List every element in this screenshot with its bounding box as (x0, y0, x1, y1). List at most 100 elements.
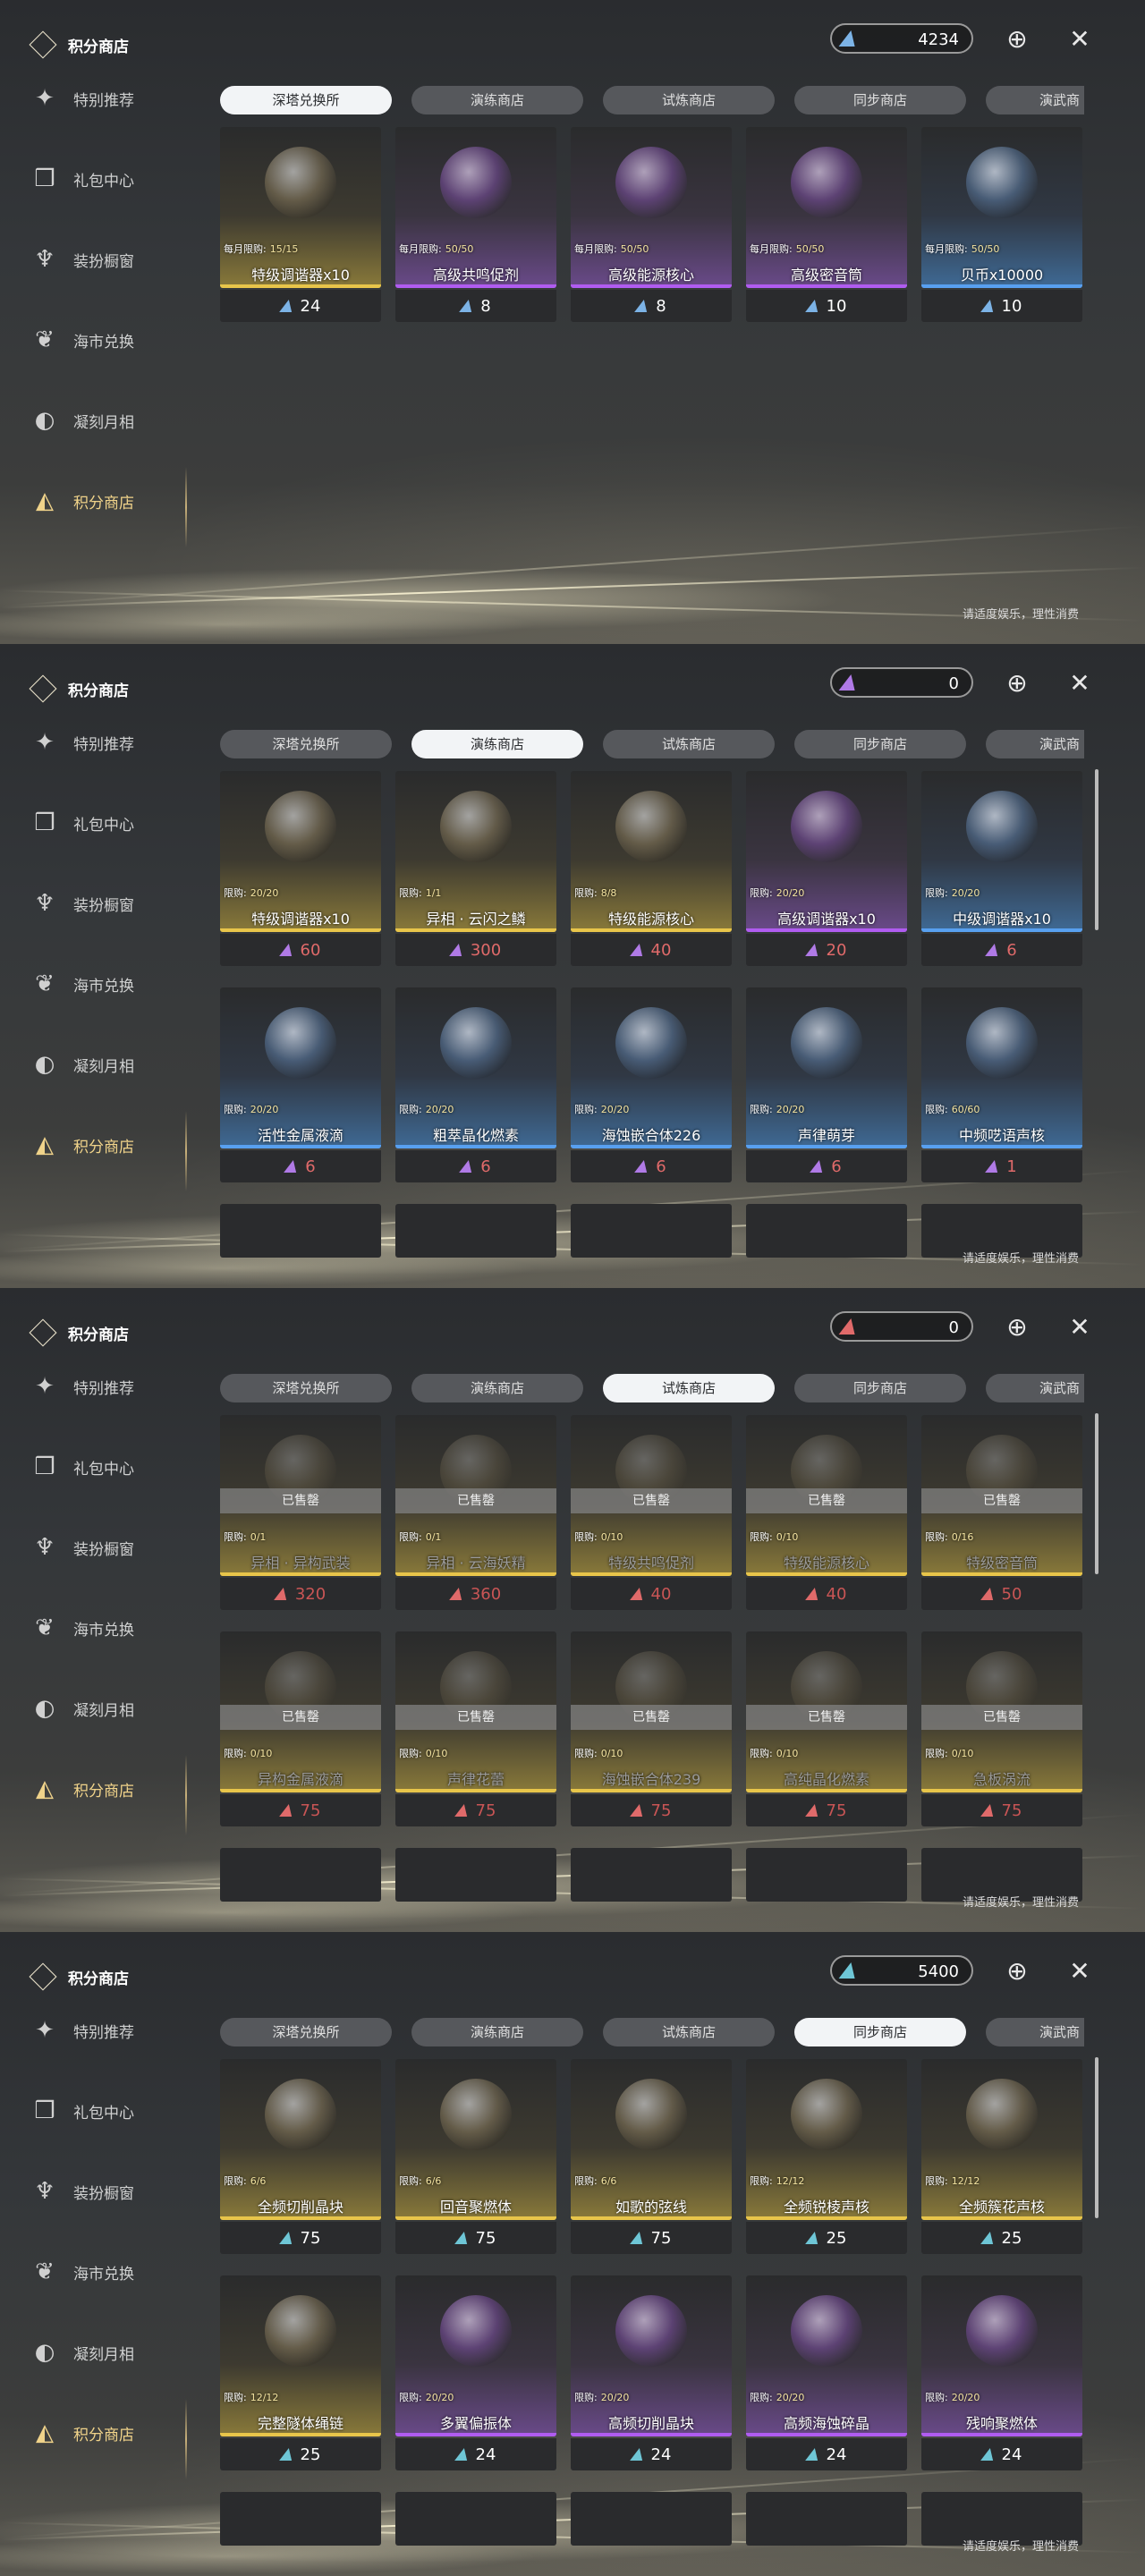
shop-item-card-partial[interactable] (220, 2492, 381, 2546)
shop-item-card[interactable]: 限购: 20/20 多翼偏振体 24 (395, 2275, 556, 2470)
tab-4[interactable]: 演武商 (986, 730, 1084, 758)
shop-item-card[interactable]: 限购: 12/12 全频锐棱声核 25 (746, 2059, 907, 2254)
sidebar-item-4[interactable]: ◐ 凝刻月相 (27, 1046, 134, 1082)
sidebar-item-3[interactable]: ❦ 海市兑换 (27, 966, 134, 1002)
shop-item-card-partial[interactable] (395, 1848, 556, 1902)
shop-item-card[interactable]: 限购: 20/20 活性金属液滴 6 (220, 987, 381, 1182)
shop-item-card[interactable]: 限购: 20/20 粗萃晶化燃素 6 (395, 987, 556, 1182)
shop-item-card-partial[interactable] (220, 1204, 381, 1258)
sidebar-item-5[interactable]: ◭ 积分商店 (27, 483, 134, 519)
tab-0[interactable]: 深塔兑换所 (220, 86, 392, 114)
target-icon[interactable]: ⊕ (1002, 1955, 1032, 1986)
shop-item-card-partial[interactable] (395, 1204, 556, 1258)
shop-item-card[interactable]: 每月限购: 15/15 特级调谐器x10 24 (220, 127, 381, 322)
sidebar-item-1[interactable]: ❒ 礼包中心 (27, 1449, 134, 1485)
close-icon[interactable]: ✕ (1064, 23, 1095, 54)
sidebar-item-4[interactable]: ◐ 凝刻月相 (27, 1690, 134, 1726)
tab-1[interactable]: 演练商店 (411, 730, 583, 758)
scrollbar[interactable] (1095, 769, 1098, 930)
tab-0[interactable]: 深塔兑换所 (220, 1374, 392, 1402)
sidebar-item-1[interactable]: ❒ 礼包中心 (27, 2093, 134, 2129)
sidebar-item-3[interactable]: ❦ 海市兑换 (27, 2254, 134, 2290)
shop-item-card-partial[interactable] (746, 1204, 907, 1258)
sidebar-item-0[interactable]: ✦ 特别推荐 (27, 724, 134, 760)
shop-item-card[interactable]: 限购: 0/1 已售罄 异相 · 云海妖精 360 (395, 1415, 556, 1610)
tab-1[interactable]: 演练商店 (411, 2018, 583, 2046)
shop-item-card[interactable]: 限购: 0/1 已售罄 异相 · 异构武装 320 (220, 1415, 381, 1610)
shop-item-card[interactable]: 限购: 8/8 特级能源核心 40 (571, 771, 732, 966)
tab-3[interactable]: 同步商店 (794, 1374, 966, 1402)
shop-item-card-partial[interactable] (571, 1848, 732, 1902)
sidebar-item-3[interactable]: ❦ 海市兑换 (27, 322, 134, 358)
shop-item-card-partial[interactable] (220, 1848, 381, 1902)
shop-item-card[interactable]: 限购: 20/20 海蚀嵌合体226 6 (571, 987, 732, 1182)
sidebar-item-0[interactable]: ✦ 特别推荐 (27, 80, 134, 116)
shop-item-card[interactable]: 限购: 60/60 中频呓语声核 1 (921, 987, 1082, 1182)
sidebar-item-0[interactable]: ✦ 特别推荐 (27, 1368, 134, 1404)
scrollbar[interactable] (1095, 2057, 1098, 2218)
shop-item-card[interactable]: 每月限购: 50/50 高级密音筒 10 (746, 127, 907, 322)
tab-2[interactable]: 试炼商店 (603, 1374, 775, 1402)
shop-item-card[interactable]: 限购: 0/16 已售罄 特级密音筒 50 (921, 1415, 1082, 1610)
shop-item-card[interactable]: 限购: 0/10 已售罄 声律花蕾 75 (395, 1631, 556, 1826)
sidebar-item-5[interactable]: ◭ 积分商店 (27, 1127, 134, 1163)
shop-item-card[interactable]: 每月限购: 50/50 高级能源核心 8 (571, 127, 732, 322)
shop-item-card[interactable]: 限购: 20/20 高频切削晶块 24 (571, 2275, 732, 2470)
tab-4[interactable]: 演武商 (986, 1374, 1084, 1402)
sidebar-item-3[interactable]: ❦ 海市兑换 (27, 1610, 134, 1646)
shop-item-card[interactable]: 限购: 6/6 全频切削晶块 75 (220, 2059, 381, 2254)
tab-4[interactable]: 演武商 (986, 86, 1084, 114)
shop-item-card[interactable]: 每月限购: 50/50 高级共鸣促剂 8 (395, 127, 556, 322)
sidebar-item-5[interactable]: ◭ 积分商店 (27, 1771, 134, 1807)
tab-1[interactable]: 演练商店 (411, 86, 583, 114)
sidebar-item-0[interactable]: ✦ 特别推荐 (27, 2012, 134, 2048)
shop-item-card[interactable]: 限购: 20/20 高频海蚀碎晶 24 (746, 2275, 907, 2470)
shop-item-card-partial[interactable] (571, 2492, 732, 2546)
shop-item-card-partial[interactable] (395, 2492, 556, 2546)
close-icon[interactable]: ✕ (1064, 1311, 1095, 1342)
tab-3[interactable]: 同步商店 (794, 2018, 966, 2046)
shop-item-card[interactable]: 限购: 0/10 已售罄 异构金属液滴 75 (220, 1631, 381, 1826)
shop-item-card[interactable]: 限购: 0/10 已售罄 海蚀嵌合体239 75 (571, 1631, 732, 1826)
shop-item-card-partial[interactable] (746, 1848, 907, 1902)
close-icon[interactable]: ✕ (1064, 667, 1095, 698)
sidebar-item-2[interactable]: ♆ 装扮橱窗 (27, 1530, 134, 1565)
sidebar-item-4[interactable]: ◐ 凝刻月相 (27, 2334, 134, 2370)
shop-item-card[interactable]: 限购: 1/1 异相 · 云闪之鳞 300 (395, 771, 556, 966)
shop-item-card[interactable]: 限购: 20/20 残响聚燃体 24 (921, 2275, 1082, 2470)
shop-item-card[interactable]: 限购: 12/12 全频簇花声核 25 (921, 2059, 1082, 2254)
shop-item-card[interactable]: 限购: 6/6 如歌的弦线 75 (571, 2059, 732, 2254)
tab-0[interactable]: 深塔兑换所 (220, 2018, 392, 2046)
tab-3[interactable]: 同步商店 (794, 730, 966, 758)
tab-2[interactable]: 试炼商店 (603, 730, 775, 758)
shop-item-card[interactable]: 限购: 0/10 已售罄 特级能源核心 40 (746, 1415, 907, 1610)
sidebar-item-2[interactable]: ♆ 装扮橱窗 (27, 886, 134, 921)
tab-3[interactable]: 同步商店 (794, 86, 966, 114)
shop-item-card[interactable]: 每月限购: 50/50 贝币x10000 10 (921, 127, 1082, 322)
sidebar-item-2[interactable]: ♆ 装扮橱窗 (27, 242, 134, 277)
close-icon[interactable]: ✕ (1064, 1955, 1095, 1986)
sidebar-item-4[interactable]: ◐ 凝刻月相 (27, 402, 134, 438)
sidebar-item-1[interactable]: ❒ 礼包中心 (27, 805, 134, 841)
shop-item-card[interactable]: 限购: 20/20 中级调谐器x10 6 (921, 771, 1082, 966)
target-icon[interactable]: ⊕ (1002, 667, 1032, 698)
tab-2[interactable]: 试炼商店 (603, 86, 775, 114)
tab-4[interactable]: 演武商 (986, 2018, 1084, 2046)
sidebar-item-2[interactable]: ♆ 装扮橱窗 (27, 2174, 134, 2209)
shop-item-card[interactable]: 限购: 12/12 完整隧体绳链 25 (220, 2275, 381, 2470)
tab-2[interactable]: 试炼商店 (603, 2018, 775, 2046)
sidebar-item-1[interactable]: ❒ 礼包中心 (27, 161, 134, 197)
shop-item-card-partial[interactable] (571, 1204, 732, 1258)
target-icon[interactable]: ⊕ (1002, 23, 1032, 54)
sidebar-item-5[interactable]: ◭ 积分商店 (27, 2415, 134, 2451)
target-icon[interactable]: ⊕ (1002, 1311, 1032, 1342)
shop-item-card-partial[interactable] (746, 2492, 907, 2546)
scrollbar[interactable] (1095, 1413, 1098, 1574)
shop-item-card[interactable]: 限购: 20/20 高级调谐器x10 20 (746, 771, 907, 966)
shop-item-card[interactable]: 限购: 0/10 已售罄 高纯晶化燃素 75 (746, 1631, 907, 1826)
shop-item-card[interactable]: 限购: 20/20 特级调谐器x10 60 (220, 771, 381, 966)
shop-item-card[interactable]: 限购: 6/6 回音聚燃体 75 (395, 2059, 556, 2254)
tab-1[interactable]: 演练商店 (411, 1374, 583, 1402)
shop-item-card[interactable]: 限购: 0/10 已售罄 特级共鸣促剂 40 (571, 1415, 732, 1610)
tab-0[interactable]: 深塔兑换所 (220, 730, 392, 758)
